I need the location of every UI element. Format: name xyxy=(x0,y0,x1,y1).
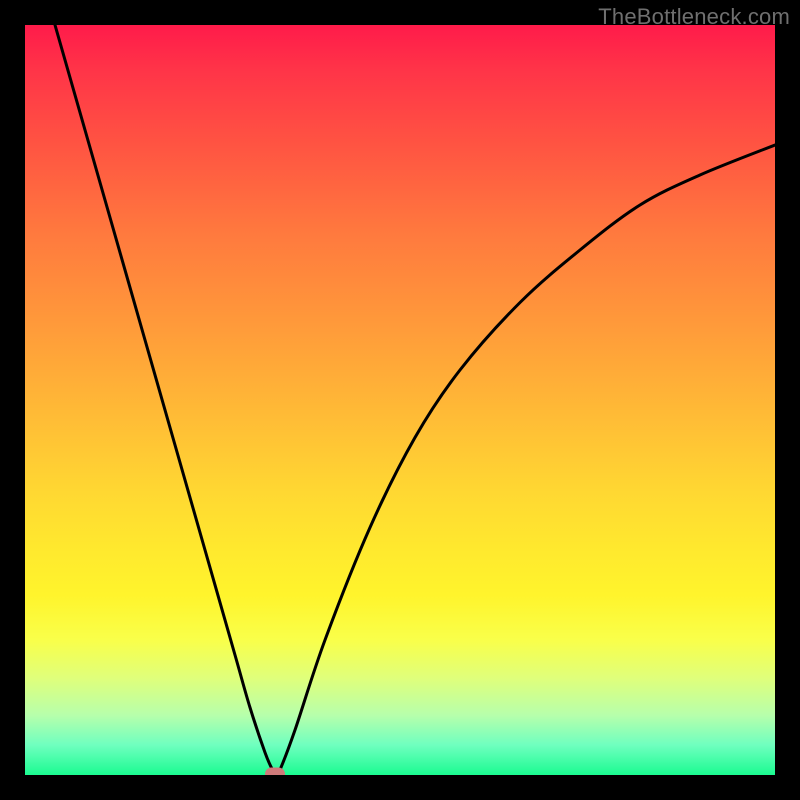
optimal-point-marker xyxy=(265,767,285,775)
plot-area xyxy=(25,25,775,775)
bottleneck-curve xyxy=(55,25,775,774)
watermark-text: TheBottleneck.com xyxy=(598,4,790,30)
chart-container: TheBottleneck.com xyxy=(0,0,800,800)
curve-svg xyxy=(25,25,775,775)
